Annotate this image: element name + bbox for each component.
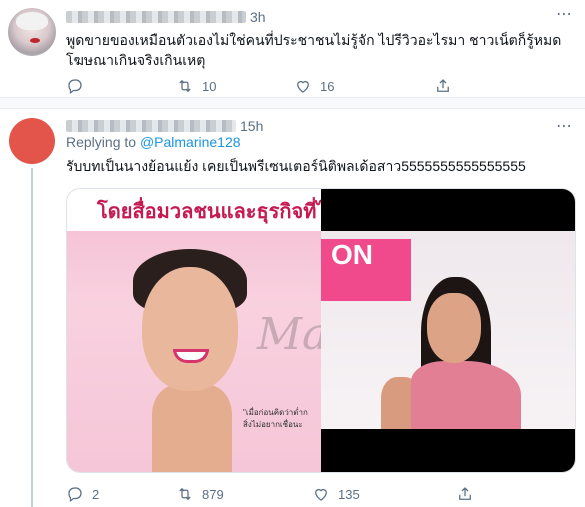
reply-button[interactable]: 2 [66, 485, 176, 503]
tweet-2[interactable]: 15h ⋯ Replying to @Palmarine128 รับบทเป็… [0, 110, 585, 507]
tweet-time[interactable]: 3h [250, 9, 266, 25]
author-info[interactable]: 3h [66, 9, 266, 25]
tweet-text-line: พูดขายของเหมือนตัวเองไม่ใช่คนที่ประชาชนไ… [66, 32, 562, 48]
tweet-media[interactable]: โดยสื่อมวลชนและธุรกิจที่ไร Ma "เมื่อก่อน… [66, 188, 576, 473]
more-dots-icon[interactable]: ⋯ [556, 4, 573, 24]
tweet-actions: 2 879 135 [66, 485, 474, 503]
media-image-left[interactable]: โดยสื่อมวลชนและธุรกิจที่ไร Ma "เมื่อก่อน… [67, 189, 321, 472]
avatar[interactable] [9, 118, 55, 164]
thread-line [31, 168, 33, 507]
like-button[interactable]: 135 [312, 485, 456, 503]
share-button[interactable] [434, 77, 452, 95]
reply-button[interactable] [66, 77, 176, 95]
share-icon [437, 79, 449, 92]
media-banner-text: โดยสื่อมวลชนและธุรกิจที่ไร [97, 199, 321, 223]
retweet-icon [179, 487, 191, 501]
retweet-button[interactable]: 10 [176, 77, 294, 95]
reply-icon [68, 79, 82, 95]
like-button[interactable]: 16 [294, 77, 434, 95]
replying-handle-link[interactable]: @Palmarine128 [140, 134, 241, 150]
like-count: 16 [320, 78, 335, 94]
share-button[interactable] [456, 485, 474, 503]
share-icon [459, 487, 471, 500]
retweet-button[interactable]: 879 [176, 485, 312, 503]
reply-count: 2 [92, 486, 100, 502]
media-note: "เมื่อก่อนคิดว่าต่ำก สิ่งไม่อยากเชื่อนะ [243, 408, 308, 429]
avatar[interactable] [8, 8, 56, 56]
tweet-text-line: โฆษณาเกินจริงเกินเหตุ [66, 52, 206, 68]
heart-icon [297, 80, 309, 93]
heart-icon [315, 488, 327, 501]
replying-to: Replying to @Palmarine128 [66, 134, 241, 150]
tweet-actions: 10 16 [66, 77, 452, 95]
blurred-author-name [66, 11, 246, 23]
like-count: 135 [338, 486, 360, 502]
retweet-icon [179, 79, 191, 93]
tweet-time[interactable]: 15h [240, 118, 263, 134]
author-info[interactable]: 15h [66, 118, 263, 134]
media-sign-text: ON [331, 239, 373, 270]
tweet-separator [0, 98, 585, 109]
media-image-right[interactable]: ON [321, 189, 575, 472]
blurred-author-name [66, 120, 236, 132]
retweet-count: 879 [202, 486, 224, 502]
media-script-text: Ma [257, 309, 321, 360]
reply-icon [68, 487, 82, 503]
tweet-1[interactable]: 3h ⋯ พูดขายของเหมือนตัวเองไม่ใช่คนที่ประ… [0, 0, 585, 98]
tweet-text: พูดขายของเหมือนตัวเองไม่ใช่คนที่ประชาชนไ… [66, 30, 561, 70]
more-dots-icon[interactable]: ⋯ [556, 116, 573, 136]
replying-label: Replying to [66, 134, 137, 150]
retweet-count: 10 [202, 78, 217, 94]
tweet-text: รับบทเป็นนางย้อนแย้ง เคยเป็นพรีเซนเตอร์น… [66, 158, 526, 174]
